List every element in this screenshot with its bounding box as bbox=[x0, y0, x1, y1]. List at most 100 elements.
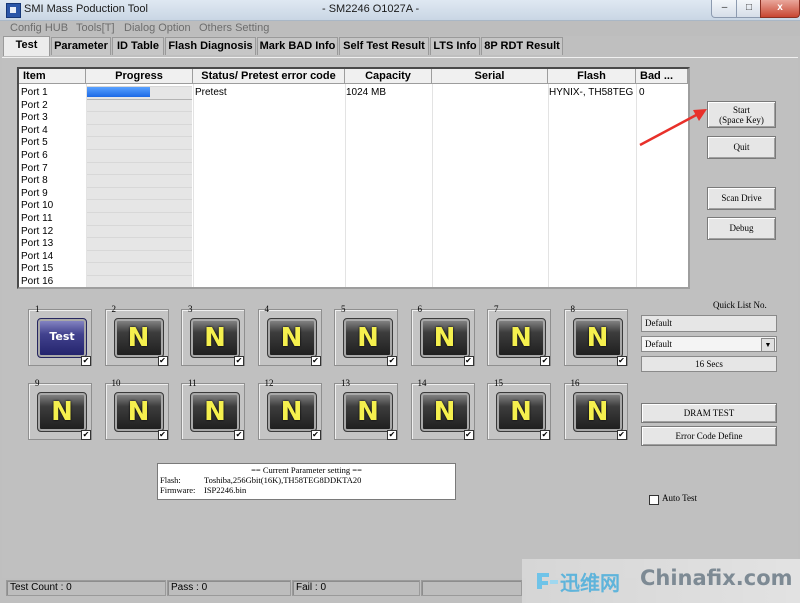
port-status-label: N bbox=[51, 397, 73, 427]
quit-button[interactable]: Quit bbox=[707, 136, 776, 159]
column-header-bad[interactable]: Bad ... bbox=[636, 69, 688, 84]
port-enable-checkbox[interactable]: ✔ bbox=[540, 356, 550, 366]
port-tile-13[interactable]: 13 N ✔ bbox=[334, 378, 398, 440]
maximize-button[interactable]: □ bbox=[736, 0, 762, 18]
port-enable-checkbox[interactable]: ✔ bbox=[310, 430, 321, 440]
elapsed-time: 16 Secs bbox=[641, 356, 777, 372]
port-enable-checkbox[interactable]: ✔ bbox=[387, 430, 397, 440]
tab-8p-rdt-result[interactable]: 8P RDT Result bbox=[481, 37, 563, 55]
minimize-button[interactable]: – bbox=[711, 0, 738, 18]
menu-config-hub[interactable]: Config HUB bbox=[10, 22, 68, 34]
tab-strip: Test Parameter ID Table Flash Diagnosis … bbox=[0, 36, 800, 57]
port-label: Port 1 bbox=[21, 87, 48, 98]
port-enable-checkbox[interactable]: ✔ bbox=[463, 430, 474, 440]
port-enable-checkbox[interactable]: ✔ bbox=[234, 356, 244, 366]
port-status-label: N bbox=[127, 323, 150, 353]
window-center-title: - SM2246 O1027A - bbox=[322, 3, 420, 15]
port-status-screen: N bbox=[572, 392, 623, 432]
tab-flash-diagnosis[interactable]: Flash Diagnosis bbox=[165, 37, 256, 55]
port-status-label: N bbox=[280, 397, 303, 427]
port-status-label: Test bbox=[49, 330, 75, 343]
tab-self-test-result[interactable]: Self Test Result bbox=[339, 37, 429, 55]
column-header-serial[interactable]: Serial bbox=[432, 69, 548, 84]
port-tile-number: 5 bbox=[341, 304, 346, 314]
port-tile-2[interactable]: 2 N ✔ bbox=[104, 304, 169, 366]
port-list-table[interactable]: Item Progress Status/ Pretest error code… bbox=[17, 67, 690, 289]
auto-test-label: Auto Test bbox=[662, 493, 697, 503]
column-header-flash[interactable]: Flash bbox=[548, 69, 636, 84]
tab-test[interactable]: Test bbox=[3, 36, 50, 56]
error-code-define-button[interactable]: Error Code Define bbox=[641, 426, 777, 446]
port-tile-12[interactable]: 12 N ✔ bbox=[257, 378, 322, 440]
port-tile-9[interactable]: 9 N ✔ bbox=[28, 378, 92, 440]
quick-list-field[interactable]: Default bbox=[641, 315, 777, 332]
menu-dialog-option[interactable]: Dialog Option bbox=[124, 22, 191, 34]
port-status-screen: Test bbox=[37, 318, 87, 358]
port-status-label: N bbox=[357, 323, 379, 353]
port-status-screen: N bbox=[496, 318, 546, 358]
watermark-logo-icon bbox=[537, 573, 558, 589]
port-tile-5[interactable]: 5 N ✔ bbox=[334, 304, 398, 366]
port-enable-checkbox[interactable]: ✔ bbox=[616, 356, 627, 366]
port-tile-8[interactable]: 8 N ✔ bbox=[563, 304, 628, 366]
port-status-label: N bbox=[433, 323, 456, 353]
port-enable-checkbox[interactable]: ✔ bbox=[81, 430, 91, 440]
column-header-progress[interactable]: Progress bbox=[86, 69, 193, 84]
port-tile-4[interactable]: 4 N ✔ bbox=[257, 304, 322, 366]
port-status-label: N bbox=[357, 397, 379, 427]
column-header-status[interactable]: Status/ Pretest error code bbox=[193, 69, 345, 84]
auto-test-checkbox[interactable] bbox=[649, 495, 659, 505]
port-status-label: N bbox=[433, 397, 456, 427]
port-status-screen: N bbox=[190, 392, 240, 432]
scan-drive-button[interactable]: Scan Drive bbox=[707, 187, 776, 210]
port-label: Port 4 bbox=[21, 124, 48, 136]
port-tile-15[interactable]: 15 N ✔ bbox=[487, 378, 551, 440]
profile-select[interactable]: Default ▼ bbox=[641, 336, 777, 352]
port-label: Port 15 bbox=[21, 263, 54, 275]
port-tile-3[interactable]: 3 N ✔ bbox=[181, 304, 245, 366]
tab-lts-info[interactable]: LTS Info bbox=[430, 37, 480, 55]
progress-bar-port-1 bbox=[87, 86, 192, 100]
tab-mark-bad-info[interactable]: Mark BAD Info bbox=[257, 37, 338, 55]
port-tile-number: 1 bbox=[35, 304, 40, 314]
port-label: Port 11 bbox=[21, 213, 53, 224]
port-label: Port 13 bbox=[21, 238, 54, 250]
port-label: Port 8 bbox=[21, 175, 48, 187]
column-header-capacity[interactable]: Capacity bbox=[345, 69, 432, 84]
port-tile-number: 9 bbox=[35, 378, 40, 388]
port-label: Port 14 bbox=[21, 250, 54, 262]
column-header-item[interactable]: Item bbox=[19, 69, 86, 84]
close-button[interactable]: x bbox=[760, 0, 800, 18]
dram-test-button[interactable]: DRAM TEST bbox=[641, 403, 777, 423]
port-enable-checkbox[interactable]: ✔ bbox=[157, 430, 168, 440]
port-enable-checkbox[interactable]: ✔ bbox=[310, 356, 321, 366]
port-status-screen: N bbox=[266, 392, 317, 432]
port-enable-checkbox[interactable]: ✔ bbox=[387, 356, 397, 366]
port-enable-checkbox[interactable]: ✔ bbox=[234, 430, 244, 440]
port-enable-checkbox[interactable]: ✔ bbox=[540, 430, 550, 440]
port-enable-checkbox[interactable]: ✔ bbox=[157, 356, 168, 366]
menu-tools[interactable]: Tools[T] bbox=[76, 22, 115, 34]
port-status-label: N bbox=[510, 397, 532, 427]
status-blank bbox=[421, 580, 522, 596]
port-tile-16[interactable]: 16 N ✔ bbox=[563, 378, 628, 440]
port-tile-14[interactable]: 14 N ✔ bbox=[410, 378, 475, 440]
port-tile-11[interactable]: 11 N ✔ bbox=[181, 378, 245, 440]
menu-others-setting[interactable]: Others Setting bbox=[199, 22, 269, 34]
port-tile-1[interactable]: 1 Test ✔ bbox=[28, 304, 92, 366]
port-status-screen: N bbox=[343, 392, 393, 432]
debug-button[interactable]: Debug bbox=[707, 217, 776, 240]
port-tile-6[interactable]: 6 N ✔ bbox=[410, 304, 475, 366]
port-enable-checkbox[interactable]: ✔ bbox=[616, 430, 627, 440]
tab-id-table[interactable]: ID Table bbox=[112, 37, 164, 55]
port-tile-number: 3 bbox=[188, 304, 193, 314]
tab-parameter[interactable]: Parameter bbox=[51, 37, 111, 55]
port-tile-number: 6 bbox=[417, 304, 423, 314]
port-tile-7[interactable]: 7 N ✔ bbox=[487, 304, 551, 366]
port-tile-10[interactable]: 10 N ✔ bbox=[104, 378, 169, 440]
chevron-down-icon[interactable]: ▼ bbox=[761, 338, 775, 352]
start-button[interactable]: Start (Space Key) bbox=[707, 101, 776, 128]
port-tile-number: 8 bbox=[570, 304, 576, 314]
port-enable-checkbox[interactable]: ✔ bbox=[463, 356, 474, 366]
port-enable-checkbox[interactable]: ✔ bbox=[81, 356, 91, 366]
